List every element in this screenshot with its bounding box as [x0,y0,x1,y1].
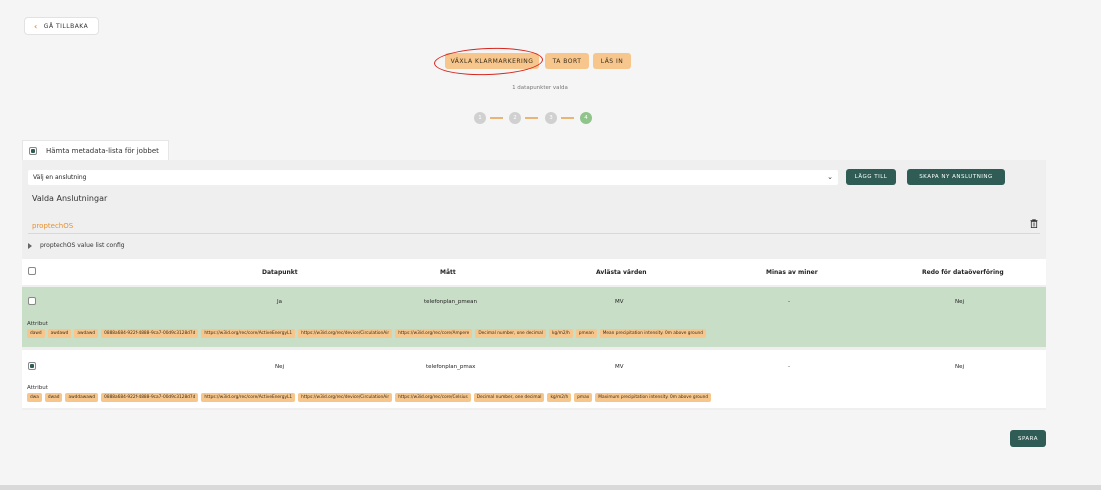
attribute-tag: https://w3id.org/rec/core/Celsius [395,393,471,402]
row-checkbox[interactable] [28,297,36,305]
bottom-scrollbar [0,485,1101,490]
header-avlasta: Avlästa värden [596,269,647,276]
step-3[interactable]: 3 [545,112,557,124]
config-expander[interactable]: proptechOS value list config [28,242,125,249]
attribute-tag: kg/m2/h [547,393,572,402]
attribute-tag: dwa [27,393,42,402]
annotation-circle [433,46,544,77]
connection-name: proptechOS [32,222,74,230]
attribute-tag: https://w3id.org/rec/core/ActiveEnergyL1 [201,393,296,402]
attribute-tag: https://w3id.org/rec/core/ActiveEnergyL1 [201,329,296,338]
cell-matt: telefonplan_pmax [426,364,476,370]
back-button[interactable]: ‹ GÅ TILLBAKA [24,17,99,35]
add-button[interactable]: LÄGG TILL [846,169,896,185]
metadata-label: Hämta metadata-lista för jobbet [46,146,159,155]
step-1[interactable]: 1 [474,112,486,124]
attribute-tag: awdawd [74,329,99,338]
connection-select[interactable]: Välj en anslutning ⌄ [28,170,838,185]
attribute-tag: https://w3id.org/rec/device/CirculationA… [298,393,393,402]
attribute-tag: awddawawd [65,393,99,402]
table-header: Datapunkt Mått Avlästa värden Minas av m… [22,259,1046,285]
header-matt: Mått [440,269,456,276]
attribute-tag: pmean [575,329,597,338]
step-connector [490,117,503,119]
connection-select-value: Välj en anslutning [33,174,87,181]
step-2[interactable]: 2 [509,112,521,124]
chevron-left-icon: ‹ [34,21,38,31]
row-checkbox[interactable] [28,362,36,370]
caret-right-icon [28,242,32,249]
cell-minas: - [788,364,790,370]
header-redo: Redo för dataöverföring [922,269,1004,276]
attribute-label: Attribut [27,385,48,391]
chevron-down-icon: ⌄ [827,173,833,181]
read-button[interactable]: LÄS IN [593,53,631,69]
config-label: proptechOS value list config [40,242,125,249]
select-all-checkbox[interactable] [28,267,36,275]
back-label: GÅ TILLBAKA [43,22,89,30]
attribute-tag: Decimal number, one decimal [473,393,545,402]
chosen-connections-title: Valda Anslutningar [32,194,108,203]
metadata-tab[interactable]: Hämta metadata-lista för jobbet [22,140,169,160]
cell-redo: Nej [955,299,965,305]
delete-button[interactable]: TA BORT [545,53,589,69]
selected-count: 1 datapunkter valda [512,85,568,91]
cell-redo: Nej [955,364,965,370]
attribute-tag: awdawd [47,329,72,338]
divider [28,233,1040,234]
attribute-tag: Decimal number, one decimal [475,329,547,338]
cell-minas: - [788,299,790,305]
attribute-tag: kg/m2/h [549,329,573,338]
attribute-tag: Mean precipitation intensity. 0m above g… [599,329,706,338]
attribute-tags: dwa dwad awddawawd 0888a684-922f-4888-9c… [27,393,712,402]
cell-datapunkt: Ja [277,299,282,305]
attribute-tag: https://w3id.org/rec/core/Ampere [395,329,473,338]
cell-avlasta: MV [615,364,624,370]
cell-matt: telefonplan_pmean [424,299,477,305]
attribute-tag: 0888a684-922f-4888-9ca7-00d9c3128d7d [101,329,199,338]
attribute-tag: pmax [574,393,593,402]
attribute-tag: https://w3id.org/rec/device/CirculationA… [298,329,393,338]
header-minas: Minas av miner [766,269,818,276]
cell-avlasta: MV [615,299,624,305]
attribute-tag: Maximum precipitation intensity. 0m abov… [595,393,712,402]
header-datapunkt: Datapunkt [262,269,298,276]
step-connector [561,117,574,119]
table-row[interactable]: Nej telefonplan_pmax MV - Nej Attribut d… [22,350,1046,408]
table-row[interactable]: Ja telefonplan_pmean MV - Nej Attribut d… [22,287,1046,347]
attribute-tags: dawd awdawd awdawd 0888a684-922f-4888-9c… [27,329,706,338]
new-connection-button[interactable]: SKAPA NY ANSLUTNING [907,169,1005,185]
step-connector [525,117,538,119]
attribute-tag: dawd [27,329,45,338]
cell-datapunkt: Nej [275,364,285,370]
metadata-checkbox[interactable] [29,146,37,155]
step-4[interactable]: 4 [580,112,592,124]
save-button[interactable]: SPARA [1010,430,1046,447]
attribute-tag: 0888a684-922f-4888-9ca7-00d9c3128d7d [101,393,199,402]
attribute-tag: dwad [44,393,63,402]
attribute-label: Attribut [27,321,48,327]
trash-icon[interactable] [1030,219,1038,228]
